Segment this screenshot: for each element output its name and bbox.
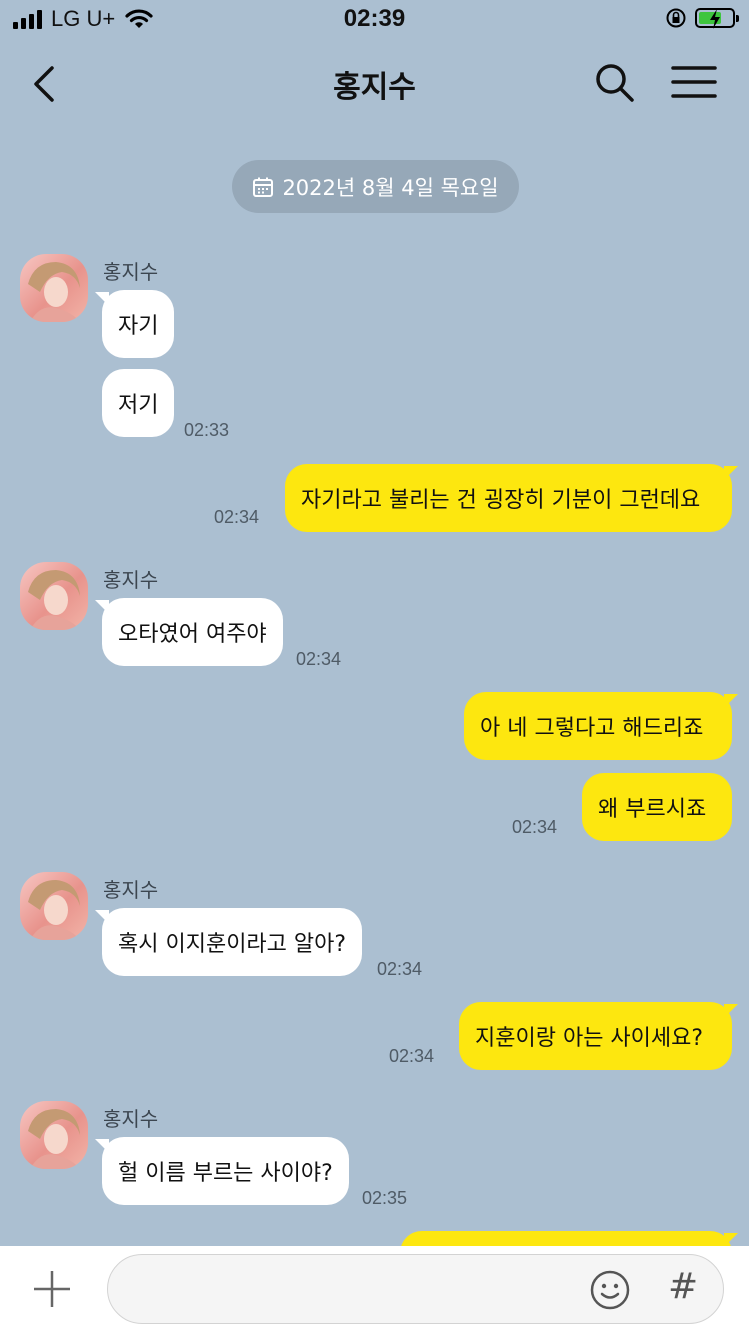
message-time: 02:34: [377, 959, 423, 979]
bubble-tail: [724, 1004, 738, 1018]
calendar-icon: [253, 177, 274, 197]
message-bubble[interactable]: 헐 이름 부르는 사이야?: [102, 1137, 349, 1205]
chat-title: 홍지수: [333, 70, 416, 105]
message-bubble[interactable]: 지훈이랑 아는 사이세요?: [459, 1002, 732, 1070]
message-time: 02:35: [362, 1188, 408, 1208]
message-time: 02:34: [512, 817, 558, 837]
bubble-tail: [724, 1233, 738, 1247]
status-clock: 02:39: [343, 5, 406, 32]
avatar[interactable]: [20, 562, 88, 630]
message-bubble[interactable]: 아 네 그렇다고 해드리죠: [464, 692, 732, 760]
message-input[interactable]: [107, 1254, 724, 1324]
message-bubble[interactable]: 왜 부르시죠: [582, 773, 732, 841]
avatar[interactable]: [20, 254, 88, 322]
sender-name: 홍지수: [103, 260, 159, 284]
message-time: 02:34: [214, 507, 260, 527]
status-right: [665, 7, 739, 29]
orientation-lock-icon: [666, 8, 686, 28]
status-bar: LG U+ 02:39: [0, 0, 749, 42]
sender-name: 홍지수: [103, 568, 159, 592]
plus-icon[interactable]: [32, 1269, 72, 1309]
hashtag-icon[interactable]: #: [668, 1266, 698, 1307]
message-time: 02:34: [389, 1046, 435, 1066]
message-bubble[interactable]: 저기: [102, 369, 175, 437]
menu-icon[interactable]: [671, 64, 717, 102]
date-text: 2022년 8월 4일 목요일: [282, 175, 499, 200]
bubble-tail: [724, 694, 738, 708]
message-bubble[interactable]: 오타였어 여주야: [102, 598, 283, 666]
emoji-icon[interactable]: [589, 1269, 631, 1311]
message-bubble[interactable]: 자기라고 불리는 건 굉장히 기분이 그런데요: [285, 464, 732, 532]
avatar[interactable]: [20, 872, 88, 940]
message-time: 02:34: [296, 649, 342, 669]
date-divider: 2022년 8월 4일 목요일: [232, 160, 519, 213]
message-time: 02:33: [184, 420, 230, 440]
bubble-tail: [724, 466, 738, 480]
battery-icon: [695, 8, 739, 29]
chat-header: 홍지수: [0, 42, 749, 126]
sender-name: 홍지수: [103, 1107, 159, 1131]
input-bar: #: [0, 1246, 749, 1334]
message-bubble[interactable]: 자기: [102, 290, 175, 358]
avatar[interactable]: [20, 1101, 88, 1169]
search-icon[interactable]: [594, 62, 636, 104]
sender-name: 홍지수: [103, 878, 159, 902]
message-bubble[interactable]: 혹시 이지훈이라고 알아?: [102, 908, 363, 976]
